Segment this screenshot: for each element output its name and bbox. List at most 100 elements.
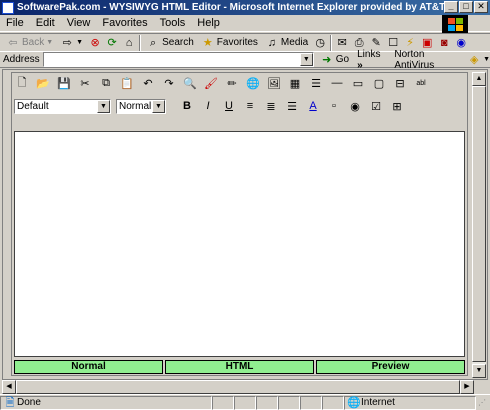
scroll-left-icon[interactable]: ◀ <box>2 380 16 394</box>
go-button[interactable]: ➜ Go <box>320 53 349 67</box>
insert-image-icon[interactable]: 🖼 <box>266 75 282 91</box>
tab-html[interactable]: HTML <box>165 360 314 374</box>
ie-logo-icon <box>2 1 14 14</box>
text-field-icon[interactable]: abl <box>413 75 429 91</box>
window-controls: _ □ ✕ <box>444 1 488 13</box>
media-button[interactable]: ♫ Media <box>263 36 310 50</box>
cut-icon[interactable]: ✂ <box>77 75 93 91</box>
bulleted-list-icon[interactable]: ☰ <box>308 75 324 91</box>
copy-icon[interactable]: ⧉ <box>98 75 114 91</box>
editor-toolbar-row2: Default ▼ Normal ▼ B I U ≡ ≣ ☰ A ▫ ◉ ☑ ⊞ <box>14 98 405 114</box>
refresh-icon[interactable]: ⟳ <box>105 36 119 50</box>
frame-icon[interactable]: ▢ <box>371 75 387 91</box>
italic-button[interactable]: I <box>200 98 216 114</box>
messenger-icon[interactable]: ⚡ <box>403 36 417 50</box>
align-center-icon[interactable]: ≣ <box>263 98 279 114</box>
mail-icon[interactable]: ✉ <box>335 36 349 50</box>
pencil-icon[interactable]: ✏ <box>224 75 240 91</box>
text-box-icon[interactable]: ▭ <box>350 75 366 91</box>
page-done-icon: 🗎 <box>5 396 15 409</box>
bold-button[interactable]: B <box>179 98 195 114</box>
vertical-scrollbar[interactable]: ▲ ▼ <box>472 72 486 378</box>
forward-arrow-icon: ⇨ <box>62 36 72 49</box>
horizontal-scrollbar[interactable]: ◀ ▶ <box>2 380 474 394</box>
new-document-icon[interactable]: 🗋 <box>14 75 30 91</box>
chevron-down-icon: ▼ <box>76 39 84 46</box>
links-button[interactable]: Links » <box>357 49 388 71</box>
underline-button[interactable]: U <box>221 98 237 114</box>
window-title: SoftwarePak.com - WYSIWYG HTML Editor - … <box>17 2 457 13</box>
go-label: Go <box>335 54 350 65</box>
menu-help[interactable]: Help <box>197 17 220 29</box>
resize-grip-icon[interactable]: ⋰ <box>476 398 488 407</box>
editor-body[interactable] <box>14 131 465 357</box>
media-label: Media <box>280 37 309 48</box>
menu-tools[interactable]: Tools <box>160 17 186 29</box>
norton-label: Norton AntiVirus <box>394 48 435 71</box>
chevron-down-icon: ▼ <box>97 99 110 113</box>
scroll-down-icon[interactable]: ▼ <box>472 364 486 378</box>
norton-antivirus-button[interactable]: Norton AntiVirus ◈ ▼ <box>394 49 490 71</box>
checkbox-checked-icon[interactable]: ☑ <box>368 98 384 114</box>
listbox-icon[interactable]: ⊞ <box>389 98 405 114</box>
hyperlink-globe-icon[interactable]: 🌐 <box>245 75 261 91</box>
security-zone-cell: 🌐 Internet <box>344 395 476 410</box>
address-bar: Address ▼ ➜ Go Links » Norton AntiVirus … <box>0 49 490 71</box>
address-dropdown-icon[interactable]: ▼ <box>299 53 313 66</box>
find-icon[interactable]: 🔍 <box>182 75 198 91</box>
vertical-scroll-thumb[interactable] <box>472 86 486 362</box>
menu-file[interactable]: File <box>6 17 24 29</box>
home-icon[interactable]: ⌂ <box>122 36 136 50</box>
save-icon[interactable]: 💾 <box>56 75 72 91</box>
chevron-down-icon: ▼ <box>483 56 490 63</box>
font-color-icon[interactable]: A <box>305 98 321 114</box>
edit-icon[interactable]: ✎ <box>369 36 383 50</box>
style-select-value: Normal <box>119 100 152 112</box>
chevron-down-icon: ▼ <box>152 99 165 113</box>
paint-icon[interactable]: 🖌 <box>203 75 219 91</box>
minimize-button[interactable]: _ <box>444 1 458 13</box>
radio-element-icon[interactable]: ◉ <box>347 98 363 114</box>
menu-edit[interactable]: Edit <box>36 17 55 29</box>
discuss-icon[interactable]: ☐ <box>386 36 400 50</box>
favorites-label: Favorites <box>216 37 258 48</box>
status-cell-empty <box>278 395 300 410</box>
back-arrow-icon: ⇦ <box>8 36 18 49</box>
address-input[interactable]: ▼ <box>42 52 314 67</box>
stop-icon[interactable]: ⊗ <box>88 36 102 50</box>
font-select[interactable]: Default ▼ <box>14 98 111 114</box>
browser-content: 🗋 📂 💾 ✂ ⧉ 📋 ↶ ↷ 🔍 🖌 ✏ 🌐 🖼 ▦ ☰ — ▭ ▢ ⊟ ab… <box>2 69 488 380</box>
paste-icon[interactable]: 📋 <box>119 75 135 91</box>
close-button[interactable]: ✕ <box>474 1 488 13</box>
undo-icon[interactable]: ↶ <box>140 75 156 91</box>
scroll-right-icon[interactable]: ▶ <box>460 380 474 394</box>
title-bar: SoftwarePak.com - WYSIWYG HTML Editor - … <box>0 0 490 15</box>
align-left-icon[interactable]: ≡ <box>242 98 258 114</box>
redo-icon[interactable]: ↷ <box>161 75 177 91</box>
scroll-up-icon[interactable]: ▲ <box>472 72 486 86</box>
tab-normal[interactable]: Normal <box>14 360 163 374</box>
open-folder-icon[interactable]: 📂 <box>35 75 51 91</box>
norton-icon[interactable]: ◉ <box>454 36 468 50</box>
search-button[interactable]: ⌕ Search <box>144 36 196 50</box>
tab-preview[interactable]: Preview <box>316 360 465 374</box>
back-button[interactable]: ⇦ Back ▼ <box>4 36 55 50</box>
addon-icon[interactable]: ◙ <box>437 36 451 50</box>
forward-button[interactable]: ⇨ ▼ <box>58 36 85 50</box>
research-icon[interactable]: ▣ <box>420 36 434 50</box>
print-icon[interactable]: ⎙ <box>352 36 366 50</box>
horizontal-rule-icon[interactable]: — <box>329 75 345 91</box>
checkbox-element-icon[interactable]: ▫ <box>326 98 342 114</box>
button-element-icon[interactable]: ⊟ <box>392 75 408 91</box>
history-icon[interactable]: ◷ <box>313 36 327 50</box>
menu-view[interactable]: View <box>67 17 91 29</box>
menu-favorites[interactable]: Favorites <box>102 17 147 29</box>
align-right-icon[interactable]: ☰ <box>284 98 300 114</box>
maximize-button[interactable]: □ <box>459 1 473 13</box>
paragraph-style-select[interactable]: Normal ▼ <box>116 98 166 114</box>
status-cell-empty <box>256 395 278 410</box>
favorites-button[interactable]: ★ Favorites <box>199 36 260 50</box>
table-icon[interactable]: ▦ <box>287 75 303 91</box>
horizontal-scroll-thumb[interactable] <box>16 380 460 394</box>
media-icon: ♫ <box>267 36 277 49</box>
